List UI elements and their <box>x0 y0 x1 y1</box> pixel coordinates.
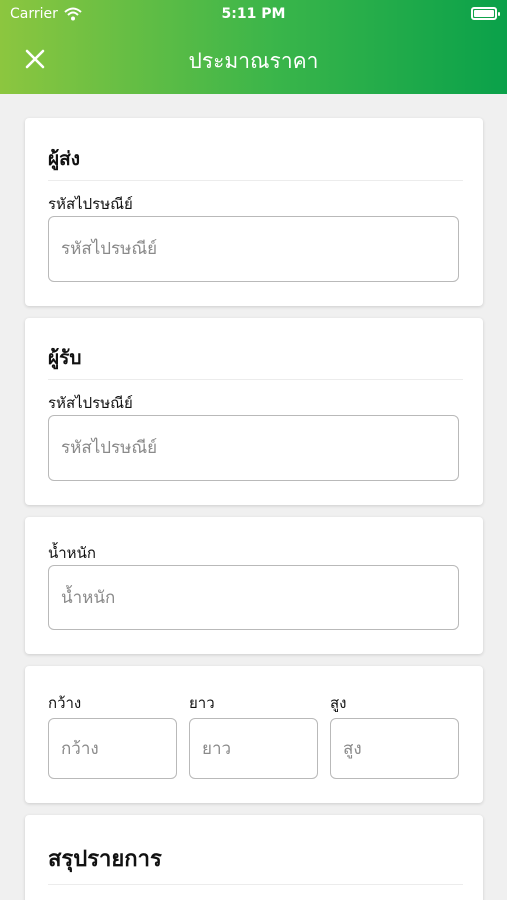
summary-divider <box>48 884 463 885</box>
summary-card: สรุปรายการ <box>25 815 483 900</box>
receiver-card: ผู้รับ รหัสไปรษณีย์ <box>25 318 483 505</box>
page-title: ประมาณราคา <box>188 49 319 73</box>
weight-input[interactable] <box>48 565 459 630</box>
nav-header: Carrier 5:11 PM ประมาณราคา <box>0 0 507 94</box>
length-label: ยาว <box>189 694 215 712</box>
status-bar: Carrier 5:11 PM <box>0 0 507 28</box>
sender-divider <box>48 180 463 181</box>
height-input[interactable] <box>330 718 459 779</box>
status-time: 5:11 PM <box>221 6 286 22</box>
sender-postcode-label: รหัสไปรษณีย์ <box>48 195 133 213</box>
summary-title: สรุปรายการ <box>48 847 162 872</box>
height-label: สูง <box>330 694 347 712</box>
receiver-divider <box>48 379 463 380</box>
width-label: กว้าง <box>48 694 82 712</box>
receiver-title: ผู้รับ <box>48 347 82 369</box>
sender-card: ผู้ส่ง รหัสไปรษณีย์ <box>25 118 483 306</box>
dimensions-card: กว้าง ยาว สูง <box>25 666 483 803</box>
sender-postcode-input[interactable] <box>48 216 459 282</box>
sender-title: ผู้ส่ง <box>48 148 81 170</box>
receiver-postcode-input[interactable] <box>48 415 459 481</box>
battery-icon <box>471 7 500 20</box>
weight-card: น้ำหนัก <box>25 517 483 654</box>
weight-label: น้ำหนัก <box>48 544 96 562</box>
width-input[interactable] <box>48 718 177 779</box>
length-input[interactable] <box>189 718 318 779</box>
receiver-postcode-label: รหัสไปรษณีย์ <box>48 394 133 412</box>
